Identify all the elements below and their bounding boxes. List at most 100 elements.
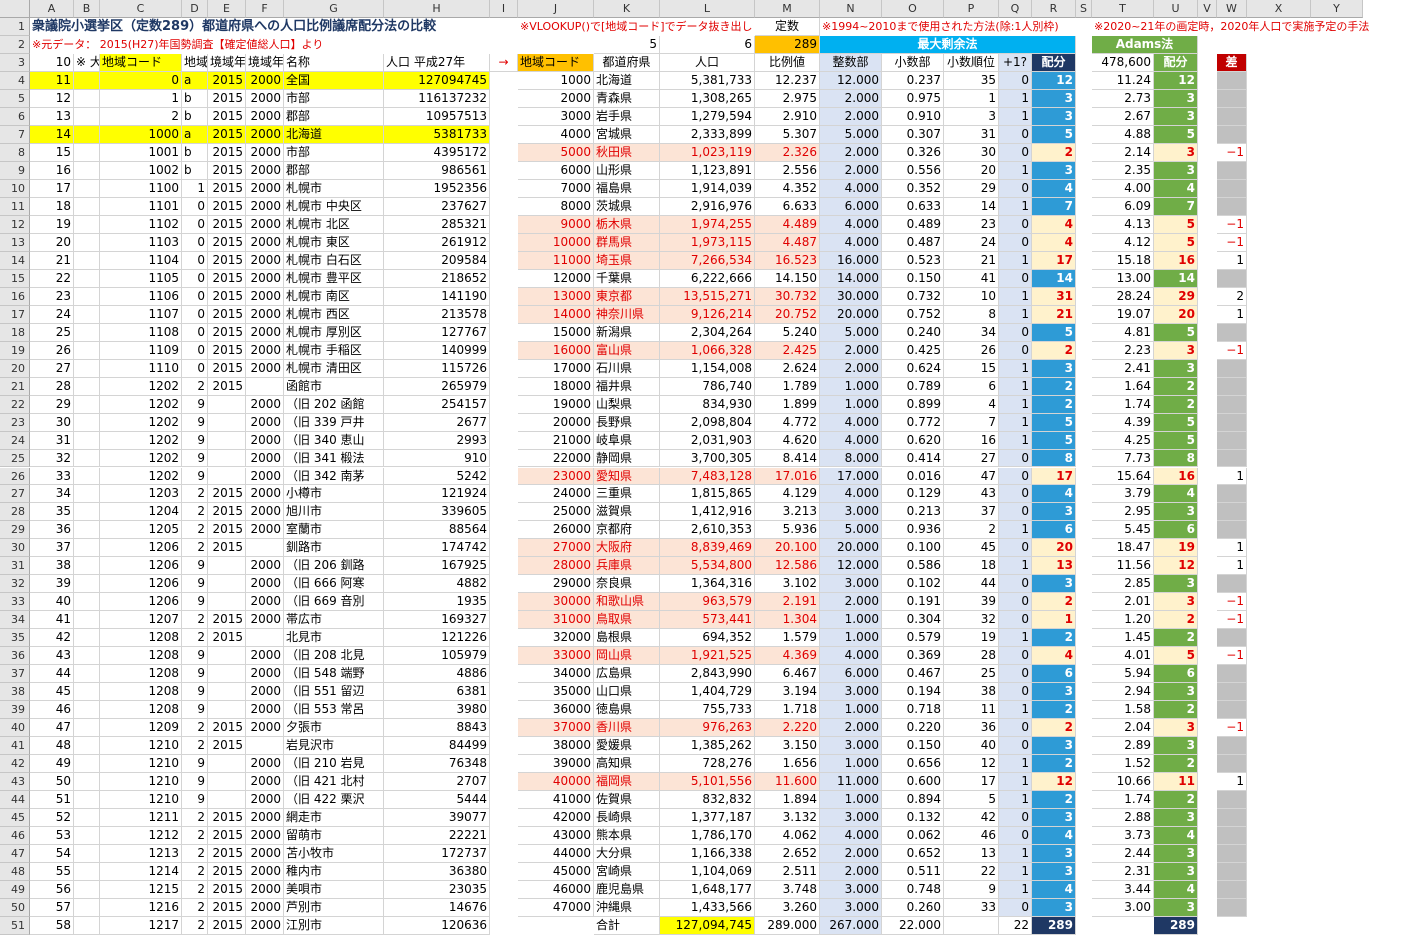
left-c-33[interactable]: 1206 (100, 593, 182, 612)
left-c-4[interactable]: 0 (100, 71, 182, 90)
pref-integer-26[interactable]: 17.000 (820, 467, 882, 486)
pref-code-37[interactable]: 34000 (518, 665, 594, 684)
left-a-35[interactable]: 42 (30, 629, 74, 648)
pref-adams-quota-8[interactable]: 2.14 (1092, 143, 1154, 162)
pref-plus-one-22[interactable]: 1 (999, 395, 1032, 414)
row-header-35[interactable]: 35 (0, 629, 30, 648)
row-header-26[interactable]: 26 (0, 467, 30, 486)
left-d-23[interactable]: 9 (182, 413, 208, 432)
left-d-45[interactable]: 2 (182, 809, 208, 828)
pref-code-22[interactable]: 19000 (518, 395, 594, 414)
pref-name-28[interactable]: 滋賀県 (594, 503, 660, 522)
left-b-17[interactable] (74, 305, 100, 324)
pref-proportion-23[interactable]: 4.772 (755, 413, 820, 432)
column-header-x[interactable]: X (1247, 0, 1311, 18)
pref-name-50[interactable]: 沖縄県 (594, 899, 660, 917)
left-d-19[interactable]: 0 (182, 341, 208, 360)
left-c-9[interactable]: 1002 (100, 161, 182, 180)
pref-integer-41[interactable]: 3.000 (820, 737, 882, 756)
pref-fraction-12[interactable]: 0.489 (882, 215, 944, 234)
left-g-42[interactable]: （旧 210 岩見 (284, 755, 384, 774)
column-header-t[interactable]: T (1092, 0, 1154, 18)
header-plus-one[interactable]: +1? (999, 53, 1032, 72)
left-d-34[interactable]: 2 (182, 611, 208, 630)
pref-fraction-rank-38[interactable]: 38 (944, 683, 999, 702)
pref-fraction-45[interactable]: 0.132 (882, 809, 944, 828)
row-header-30[interactable]: 30 (0, 539, 30, 558)
row-header-42[interactable]: 42 (0, 755, 30, 774)
pref-code-47[interactable]: 44000 (518, 845, 594, 864)
pref-integer-48[interactable]: 2.000 (820, 863, 882, 882)
pref-adams-quota-39[interactable]: 1.58 (1092, 701, 1154, 720)
header-area-type[interactable]: 地域識 (182, 53, 208, 72)
left-h-38[interactable]: 6381 (384, 683, 490, 702)
left-c-47[interactable]: 1213 (100, 845, 182, 864)
pref-fraction-44[interactable]: 0.894 (882, 791, 944, 810)
left-f-20[interactable]: 2000 (246, 359, 284, 378)
pref-fraction-rank-7[interactable]: 31 (944, 125, 999, 144)
left-f-10[interactable]: 2000 (246, 179, 284, 198)
left-h-36[interactable]: 105979 (384, 647, 490, 666)
pref-proportion-30[interactable]: 20.100 (755, 539, 820, 558)
pref-allocation-adams-43[interactable]: 11 (1154, 773, 1198, 792)
pref-allocation-lr-7[interactable]: 5 (1032, 125, 1076, 144)
left-b-30[interactable] (74, 539, 100, 558)
pref-proportion-46[interactable]: 4.062 (755, 827, 820, 846)
left-h-47[interactable]: 172737 (384, 845, 490, 864)
pref-plus-one-12[interactable]: 0 (999, 215, 1032, 234)
left-a-23[interactable]: 30 (30, 413, 74, 432)
pref-difference-6[interactable] (1217, 107, 1247, 126)
left-g-34[interactable]: 帯広市 (284, 611, 384, 630)
left-e-17[interactable]: 2015 (208, 305, 246, 324)
pref-name-8[interactable]: 秋田県 (594, 143, 660, 162)
pref-proportion-28[interactable]: 3.213 (755, 503, 820, 522)
pref-allocation-adams-18[interactable]: 5 (1154, 323, 1198, 342)
pref-fraction-50[interactable]: 0.260 (882, 899, 944, 917)
pref-code-12[interactable]: 9000 (518, 215, 594, 234)
pref-difference-43[interactable]: 1 (1217, 773, 1247, 792)
left-c-37[interactable]: 1208 (100, 665, 182, 684)
pref-plus-one-11[interactable]: 1 (999, 197, 1032, 216)
left-c-30[interactable]: 1206 (100, 539, 182, 558)
header-prefecture[interactable]: 都道府県 (594, 53, 660, 72)
left-e-26[interactable] (208, 467, 246, 486)
left-h-22[interactable]: 254157 (384, 395, 490, 414)
left-c-50[interactable]: 1216 (100, 899, 182, 917)
left-e-8[interactable]: 2015 (208, 143, 246, 162)
pref-fraction-rank-24[interactable]: 16 (944, 431, 999, 450)
left-h-7[interactable]: 5381733 (384, 125, 490, 144)
left-g-37[interactable]: （旧 548 端野 (284, 665, 384, 684)
pref-fraction-37[interactable]: 0.467 (882, 665, 944, 684)
left-f-32[interactable]: 2000 (246, 575, 284, 594)
pref-code-48[interactable]: 45000 (518, 863, 594, 882)
pref-integer-6[interactable]: 2.000 (820, 107, 882, 126)
pref-adams-quota-40[interactable]: 2.04 (1092, 719, 1154, 738)
pref-plus-one-38[interactable]: 0 (999, 683, 1032, 702)
left-d-42[interactable]: 9 (182, 755, 208, 774)
pref-fraction-rank-17[interactable]: 8 (944, 305, 999, 324)
pref-plus-one-42[interactable]: 1 (999, 755, 1032, 774)
left-a-8[interactable]: 15 (30, 143, 74, 162)
row-header-23[interactable]: 23 (0, 413, 30, 432)
pref-proportion-19[interactable]: 2.425 (755, 341, 820, 360)
row-header-43[interactable]: 43 (0, 773, 30, 792)
left-g-14[interactable]: 札幌市 白石区 (284, 251, 384, 270)
pref-proportion-18[interactable]: 5.240 (755, 323, 820, 342)
pref-difference-4[interactable] (1217, 71, 1247, 90)
pref-integer-13[interactable]: 4.000 (820, 233, 882, 252)
pref-adams-quota-23[interactable]: 4.39 (1092, 413, 1154, 432)
left-f-4[interactable]: 2000 (246, 71, 284, 90)
left-a-51[interactable]: 58 (30, 917, 74, 935)
left-g-45[interactable]: 網走市 (284, 809, 384, 828)
pref-fraction-rank-50[interactable]: 33 (944, 899, 999, 917)
left-g-29[interactable]: 室蘭市 (284, 521, 384, 540)
pref-population-15[interactable]: 6,222,666 (660, 269, 755, 288)
pref-integer-24[interactable]: 4.000 (820, 431, 882, 450)
pref-code-24[interactable]: 21000 (518, 431, 594, 450)
pref-allocation-lr-21[interactable]: 2 (1032, 377, 1076, 396)
left-a-4[interactable]: 11 (30, 71, 74, 90)
left-g-38[interactable]: （旧 551 留辺 (284, 683, 384, 702)
pref-fraction-rank-19[interactable]: 26 (944, 341, 999, 360)
left-d-27[interactable]: 2 (182, 485, 208, 504)
pref-name-14[interactable]: 埼玉県 (594, 251, 660, 270)
